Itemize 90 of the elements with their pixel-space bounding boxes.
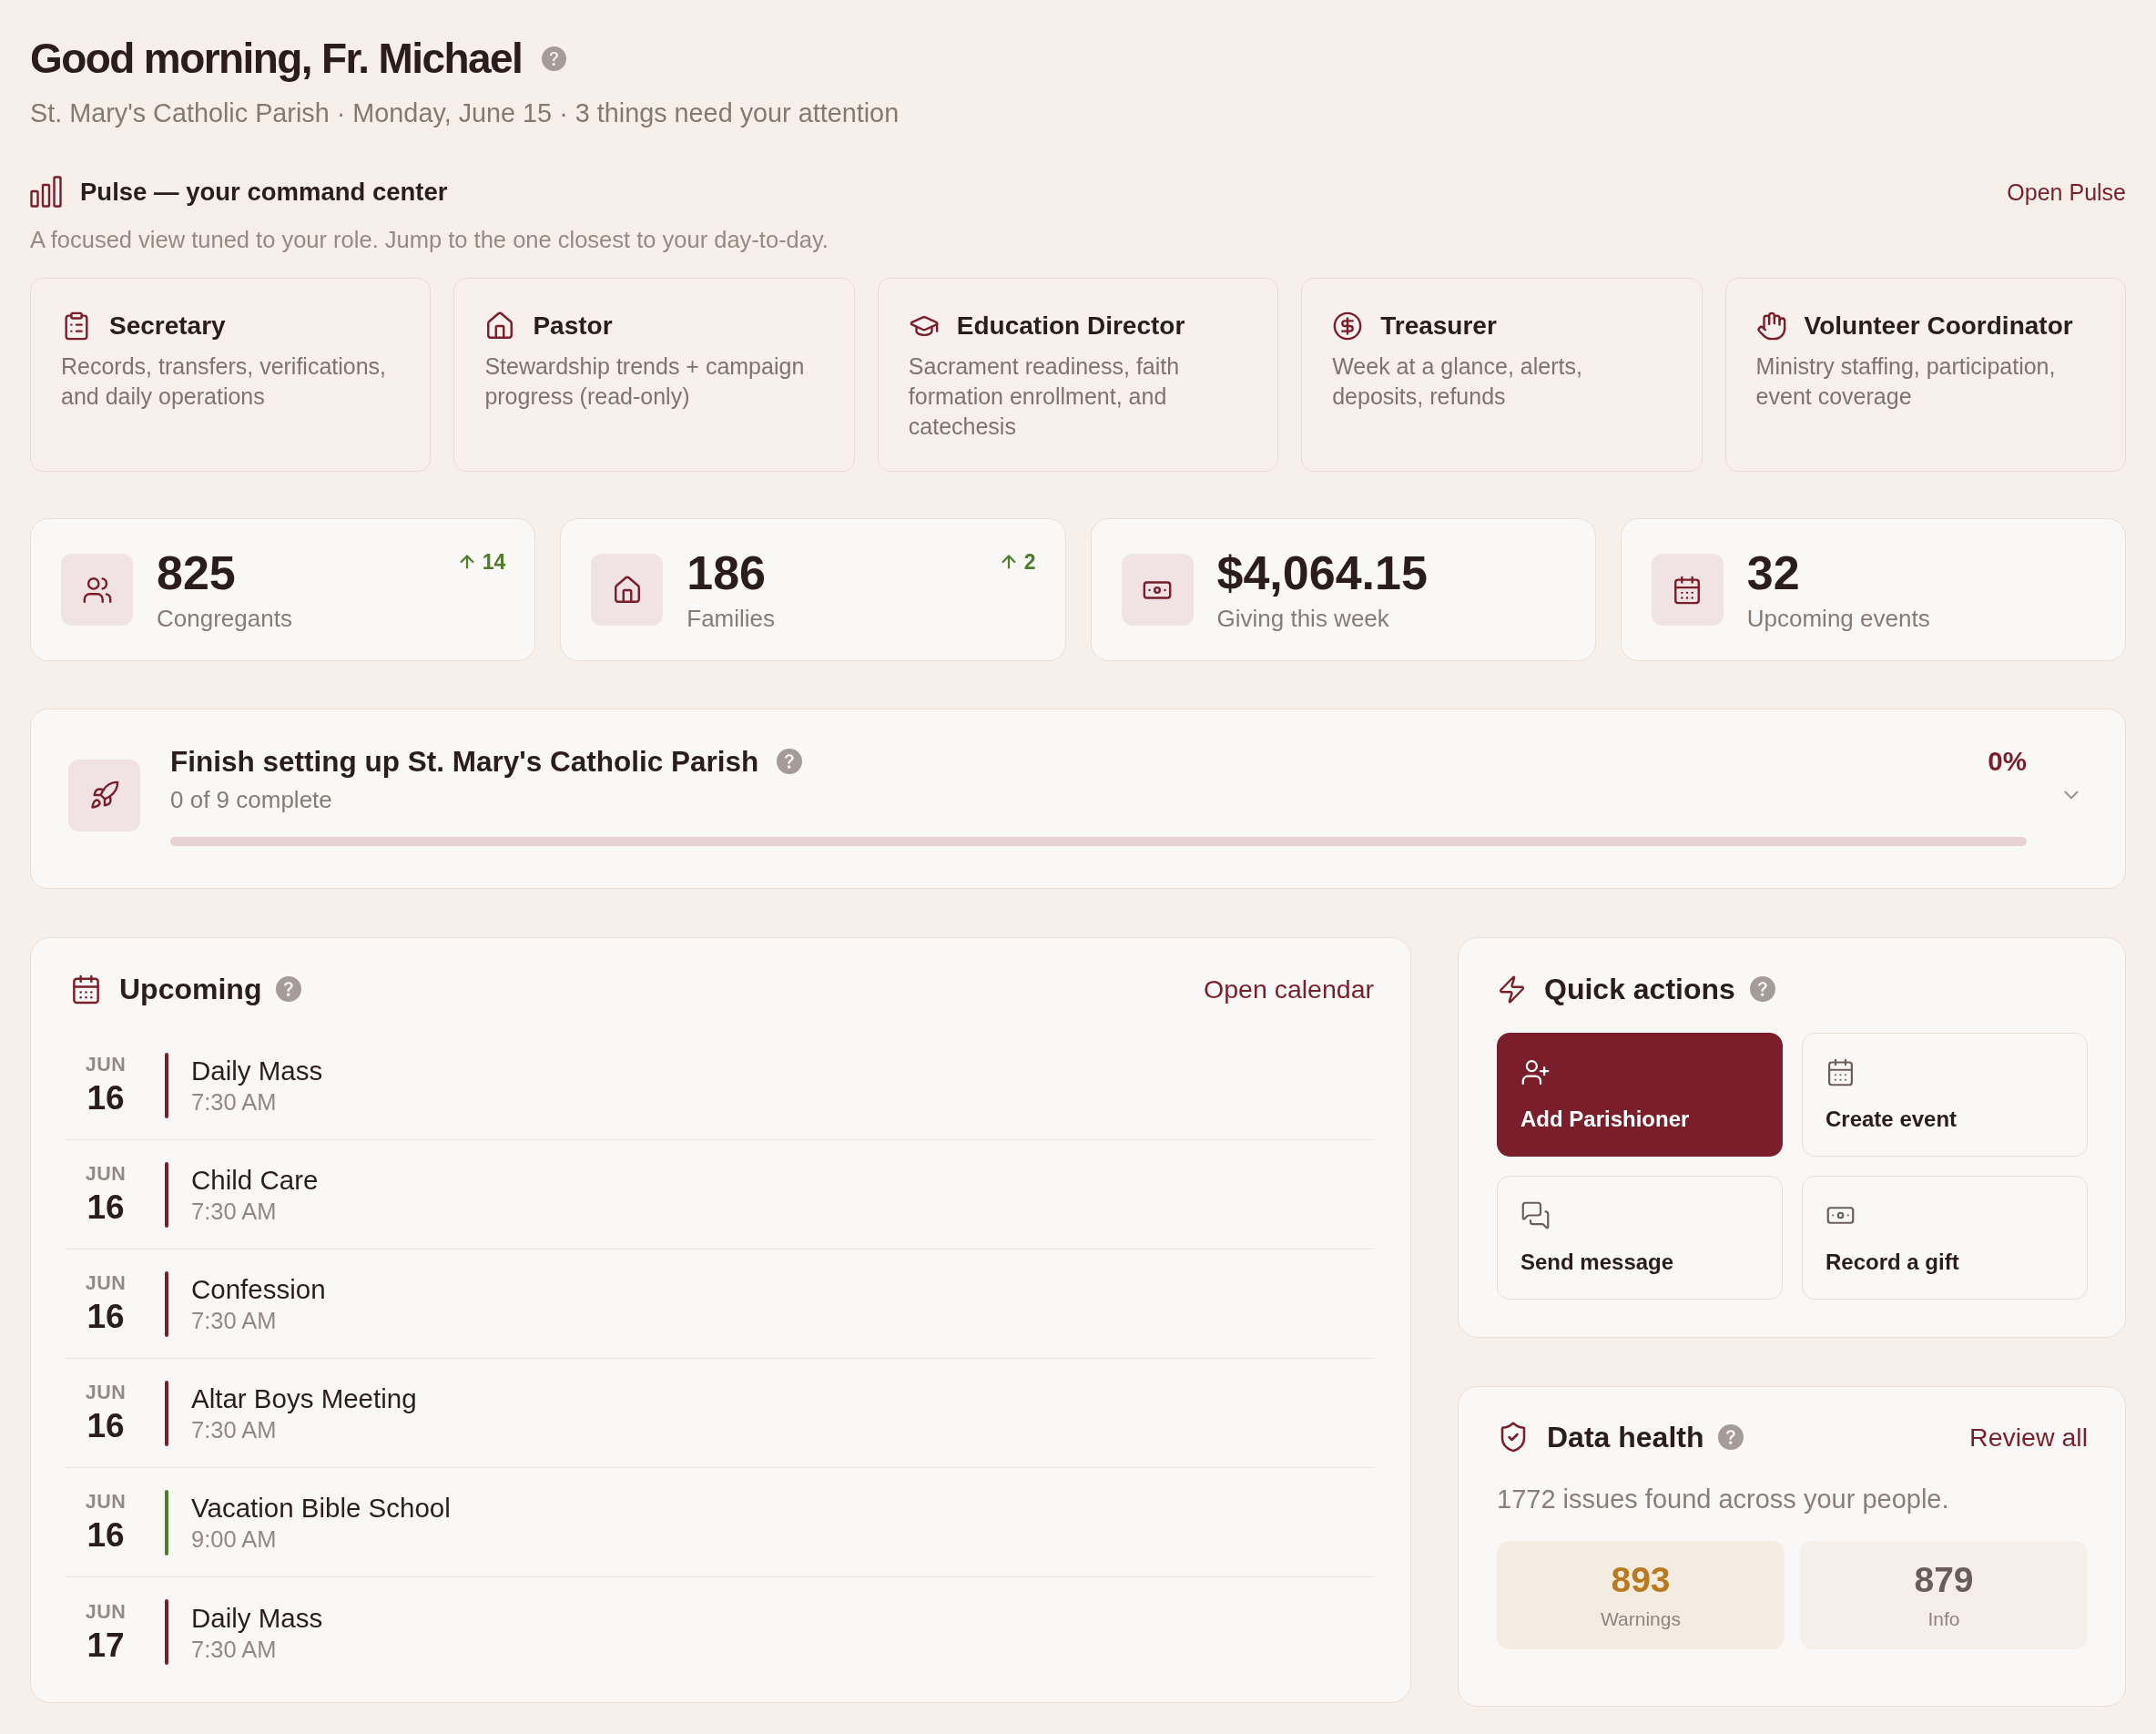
event-day: 16 [86, 1408, 125, 1444]
section-title: Pulse — your command center [80, 177, 448, 208]
stat-label: Giving this week [1216, 603, 1390, 633]
event-month: JUN [85, 1491, 127, 1513]
role-title: Pastor [533, 311, 613, 342]
stat-value: 32 [1746, 546, 1801, 598]
setup-title: Finish setting up St. Mary's Catholic Parish [170, 744, 759, 779]
lightning-icon [1497, 974, 1527, 1005]
calendar-icon [70, 973, 102, 1005]
event-day: 16 [86, 1299, 125, 1335]
event-month: JUN [85, 1382, 127, 1403]
count-label: Warnings [1601, 1606, 1681, 1631]
event-day: 16 [86, 1080, 125, 1117]
setup-progress-text: 0 of 9 complete [170, 785, 333, 814]
role-description: Records, transfers, verifications, and daily operations [61, 352, 388, 411]
role-card[interactable]: Pastor Stewardship trends + campaign progress (read-only) [453, 278, 855, 472]
calendar-tile-icon [1651, 554, 1724, 626]
role-description: Ministry staffing, participation, event coverage [1755, 352, 2057, 411]
role-card[interactable]: Volunteer Coordinator Ministry staffing, participation, event coverage [1724, 278, 2126, 472]
role-description: Stewardship trends + campaign progress (read-only) [484, 352, 806, 411]
event-title[interactable]: Vacation Bible School [191, 1492, 451, 1524]
count-value: 893 [1611, 1559, 1671, 1600]
count-value: 879 [1914, 1559, 1974, 1600]
stat-label: Congregants [157, 603, 293, 633]
event-day: 17 [86, 1627, 125, 1664]
event-title[interactable]: Child Care [191, 1164, 319, 1196]
help-icon[interactable] [1749, 976, 1775, 1002]
dollar-coin-icon [1332, 311, 1364, 342]
chat-bubbles-icon [1520, 1200, 1551, 1230]
event-title[interactable]: Altar Boys Meeting [191, 1382, 417, 1414]
event-time: 7:30 AM [191, 1088, 278, 1116]
quick-action-button[interactable]: Create event [1802, 1033, 2088, 1157]
banknote-tile-icon [1121, 554, 1194, 626]
role-description: Sacrament readiness, faith formation enrollment, and catechesis [908, 352, 1181, 441]
role-title: Education Director [956, 311, 1185, 342]
help-icon[interactable] [276, 976, 302, 1002]
quick-action-button[interactable]: Add Parishioner [1497, 1033, 1783, 1157]
event-time: 7:30 AM [191, 1198, 278, 1225]
role-card[interactable]: Secretary Records, transfers, verifications, and daily operations [30, 278, 432, 472]
stat-delta: 2 [1023, 549, 1036, 575]
stat-value: $4,064.15 [1216, 546, 1429, 598]
event-time: 7:30 AM [191, 1307, 278, 1334]
page-subtitle: St. Mary's Catholic Parish · Monday, June 15 · 3 things need your attention [30, 97, 900, 129]
section-description: A focused view tuned to your role. Jump to the one closest to your day-to-day. [30, 226, 829, 254]
event-title[interactable]: Confession [191, 1273, 326, 1305]
event-time: 7:30 AM [191, 1416, 278, 1443]
hand-icon [1755, 311, 1787, 342]
event-day: 16 [86, 1517, 125, 1554]
event-month: JUN [85, 1163, 127, 1185]
open-pulse-link[interactable]: Open Pulse [2007, 177, 2126, 207]
count-label: Info [1927, 1606, 1960, 1631]
event-month: JUN [85, 1054, 127, 1076]
card-title: Quick actions [1544, 972, 1735, 1007]
event-month: JUN [85, 1600, 127, 1623]
setup-percent: 0% [1988, 745, 2027, 778]
stat-delta: 14 [482, 549, 506, 575]
role-title: Secretary [109, 311, 226, 342]
help-icon[interactable] [1718, 1424, 1744, 1450]
quick-action-button[interactable]: Record a gift [1802, 1176, 2088, 1300]
stat-value: 825 [157, 546, 237, 598]
role-title: Treasurer [1380, 311, 1497, 342]
count-tile[interactable]: 879 Info [1800, 1541, 2088, 1649]
card-title: Upcoming [119, 972, 262, 1007]
rocket-tile-icon [68, 759, 140, 831]
event-title[interactable]: Daily Mass [191, 1055, 323, 1086]
role-card[interactable]: Treasurer Week at a glance, alerts, deposits, refunds [1301, 278, 1703, 472]
house-tile-icon [591, 554, 664, 626]
stat-value: 186 [686, 546, 767, 598]
review-all-link[interactable]: Review all [1969, 1421, 2088, 1454]
role-card[interactable]: Education Director Sacrament readiness, faith formation enrollment, and catechesis [877, 278, 1279, 472]
quick-action-button[interactable]: Send message [1497, 1176, 1783, 1300]
calendar-icon [1825, 1057, 1856, 1087]
open-calendar-link[interactable]: Open calendar [1204, 973, 1374, 1005]
bar-chart-icon [30, 176, 62, 208]
role-title: Volunteer Coordinator [1804, 311, 2073, 342]
event-month: JUN [85, 1272, 127, 1294]
user-plus-icon [1520, 1057, 1551, 1087]
issues-summary: 1772 issues found across your people. [1497, 1484, 1950, 1515]
people-tile-icon [61, 554, 133, 626]
event-time: 9:00 AM [191, 1525, 278, 1553]
event-title[interactable]: Daily Mass [191, 1601, 323, 1634]
stat-label: Families [686, 603, 777, 633]
card-title: Data health [1547, 1420, 1704, 1455]
stat-label: Upcoming events [1746, 603, 1931, 633]
role-description: Week at a glance, alerts, deposits, refunds [1332, 352, 1583, 411]
page-title: Good morning, Fr. Michael [30, 34, 523, 84]
event-time: 7:30 AM [191, 1635, 278, 1663]
help-icon[interactable] [777, 749, 803, 774]
help-icon[interactable] [542, 46, 567, 71]
event-day: 16 [86, 1189, 125, 1226]
